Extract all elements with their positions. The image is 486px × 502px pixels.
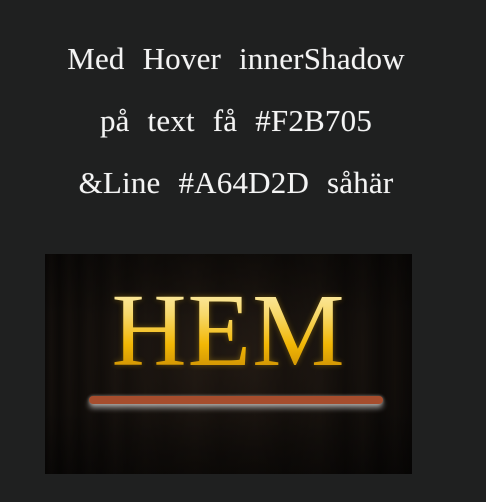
hover-preview-panel: HEM — [45, 254, 412, 474]
caption-line-3: &Line #A64D2D såhär — [78, 165, 394, 200]
caption-line-1: Med Hover innerShadow — [67, 41, 405, 76]
caption-line-2: på text få #F2B705 — [99, 103, 373, 138]
hover-underline — [89, 396, 383, 404]
instruction-caption: Med Hover innerShadow på text få #F2B705… — [0, 28, 472, 214]
nav-link-hem[interactable]: HEM — [45, 276, 412, 386]
